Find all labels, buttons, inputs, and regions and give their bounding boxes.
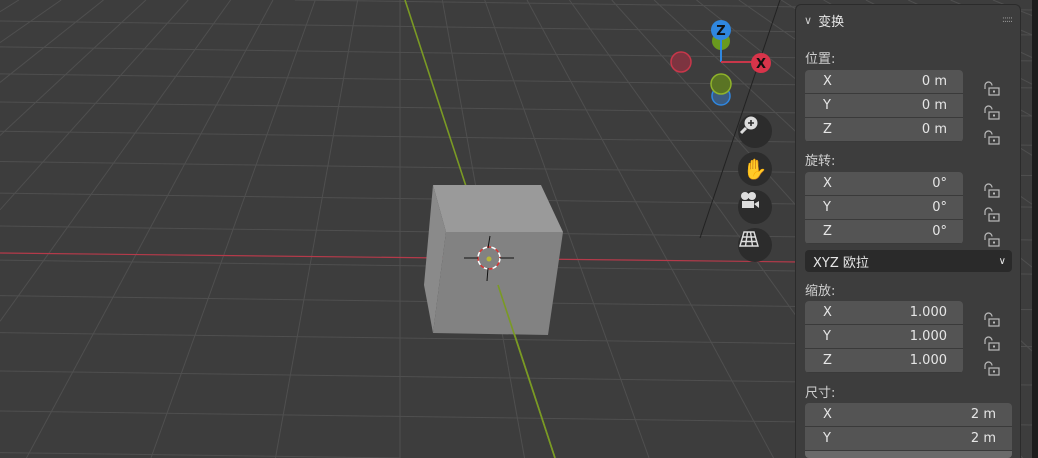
value: 2 m bbox=[970, 407, 996, 422]
panel-title: 变换 bbox=[818, 15, 845, 30]
camera-view-button[interactable] bbox=[738, 190, 772, 224]
value: 2 m bbox=[970, 431, 996, 446]
zoom-button[interactable] bbox=[738, 114, 772, 148]
scale-fields: X 1.000 Y 1.000 Z 1.000 bbox=[805, 301, 963, 373]
value: 1.000 bbox=[909, 353, 947, 368]
lock-icon[interactable] bbox=[983, 312, 1003, 328]
rotation-fields: X 0° Y 0° Z 0° bbox=[805, 172, 963, 244]
panel-header[interactable]: ∨ 变换 bbox=[804, 11, 844, 30]
lock-icon[interactable] bbox=[983, 232, 1003, 248]
scale-y-field[interactable]: Y 1.000 bbox=[805, 325, 963, 349]
value: 1.000 bbox=[909, 329, 947, 344]
drag-handle-icon[interactable]: ::::: bbox=[1002, 15, 1013, 25]
axis-label: Z bbox=[823, 122, 832, 137]
lock-icon[interactable] bbox=[983, 336, 1003, 352]
chevron-down-icon: ∨ bbox=[804, 14, 813, 27]
axis-label: X bbox=[823, 74, 832, 89]
rotation-mode-value: XYZ 欧拉 bbox=[813, 255, 869, 271]
gizmo-z-label[interactable]: Z bbox=[716, 24, 725, 39]
axis-label: X bbox=[823, 305, 832, 320]
dimensions-y-field[interactable]: Y 2 m bbox=[805, 427, 1012, 451]
dimensions-label: 尺寸: bbox=[805, 386, 836, 401]
location-y-field[interactable]: Y 0 m bbox=[805, 94, 963, 118]
location-z-field[interactable]: Z 0 m bbox=[805, 118, 963, 142]
hand-pan-icon: ✋ bbox=[742, 157, 768, 181]
dimensions-fields: X 2 m Y 2 m bbox=[805, 403, 1012, 458]
value: 0 m bbox=[921, 122, 947, 137]
value: 0 m bbox=[921, 74, 947, 89]
rotation-label: 旋转: bbox=[805, 154, 836, 169]
location-fields: X 0 m Y 0 m Z 0 m bbox=[805, 70, 963, 142]
axis-label: Y bbox=[823, 329, 831, 344]
perspective-toggle-button[interactable] bbox=[738, 228, 772, 262]
location-label: 位置: bbox=[805, 52, 836, 67]
lock-icon[interactable] bbox=[983, 130, 1003, 146]
scale-z-field[interactable]: Z 1.000 bbox=[805, 349, 963, 373]
transform-panel: ∨ 变换 ::::: 位置: X0 m Y0 m Z0 m 旋转: X 0° Y 0°… bbox=[795, 4, 1021, 458]
rotation-mode-dropdown[interactable]: XYZ 欧拉 ∨ bbox=[805, 250, 1012, 272]
axis-label: X bbox=[823, 176, 832, 191]
axis-label: Z bbox=[823, 353, 832, 368]
axis-label: X bbox=[823, 407, 832, 422]
axis-label: Z bbox=[823, 224, 832, 239]
rotation-y-field[interactable]: Y 0° bbox=[805, 196, 963, 220]
camera-icon bbox=[741, 192, 759, 208]
dimensions-x-field[interactable]: X 2 m bbox=[805, 403, 1012, 427]
lock-icon[interactable] bbox=[983, 361, 1003, 377]
grid-perspective-icon bbox=[739, 231, 759, 247]
lock-icon[interactable] bbox=[983, 105, 1003, 121]
scale-x-field[interactable]: X 1.000 bbox=[805, 301, 963, 325]
rotation-z-field[interactable]: Z 0° bbox=[805, 220, 963, 244]
lock-icon[interactable] bbox=[983, 81, 1003, 97]
value: 0° bbox=[932, 176, 947, 191]
lock-icon[interactable] bbox=[983, 207, 1003, 223]
rotation-x-field[interactable]: X 0° bbox=[805, 172, 963, 196]
value: 0° bbox=[932, 224, 947, 239]
axis-label: Y bbox=[823, 200, 831, 215]
value: 0° bbox=[932, 200, 947, 215]
axis-label: Y bbox=[823, 431, 831, 446]
value: 1.000 bbox=[909, 305, 947, 320]
sidebar-tabs-strip[interactable] bbox=[1032, 0, 1038, 458]
location-x-field[interactable]: X 0 m bbox=[805, 70, 963, 94]
value: 0 m bbox=[921, 98, 947, 113]
lock-icon[interactable] bbox=[983, 183, 1003, 199]
scale-label: 缩放: bbox=[805, 284, 836, 299]
axis-label: Y bbox=[823, 98, 831, 113]
pan-button[interactable]: ✋ bbox=[738, 152, 772, 186]
gizmo-x-label[interactable]: X bbox=[756, 57, 766, 72]
dimensions-z-field[interactable] bbox=[805, 451, 1012, 458]
zoom-icon bbox=[739, 116, 758, 135]
chevron-down-icon: ∨ bbox=[998, 255, 1006, 267]
